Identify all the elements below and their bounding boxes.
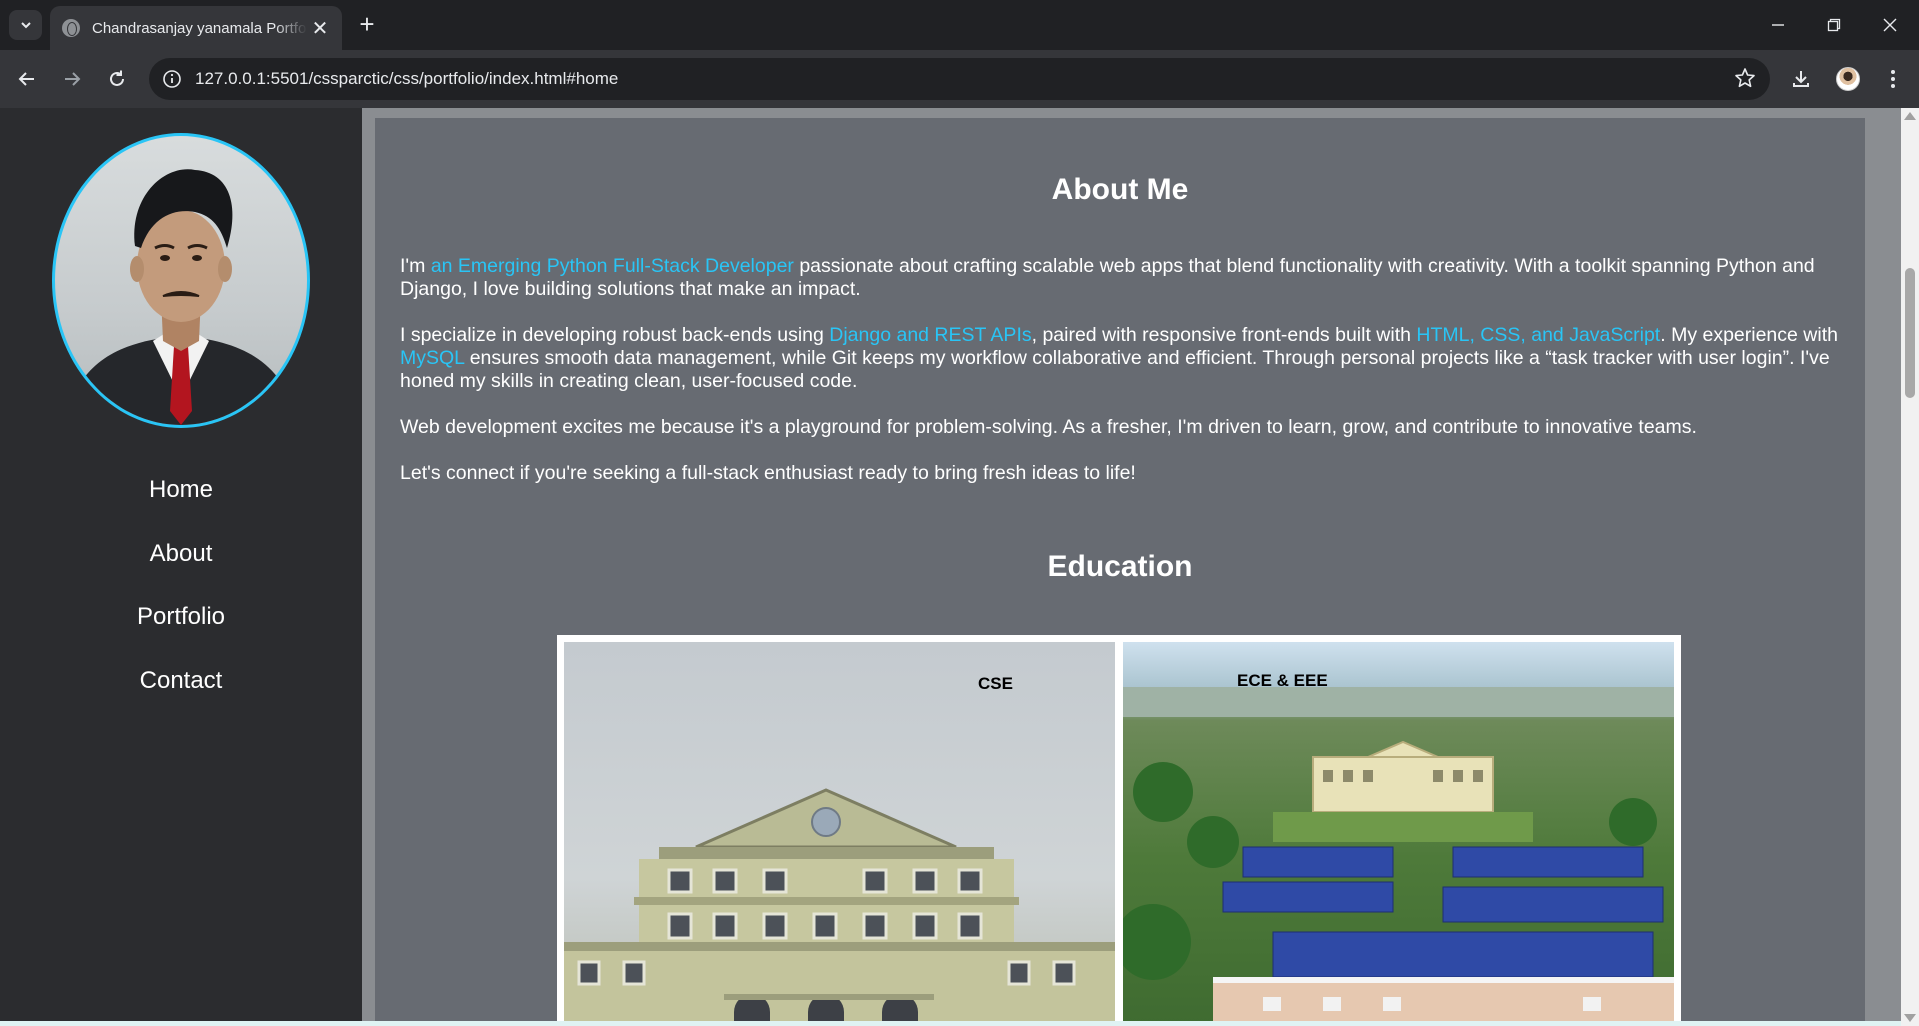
forward-arrow-icon	[65, 72, 81, 86]
close-icon[interactable]: ✕	[310, 16, 330, 41]
tab-title: Chandrasanjay yanamala Portfolio	[92, 19, 307, 37]
download-icon	[1793, 71, 1809, 87]
minimize-button[interactable]	[1750, 0, 1806, 50]
education-gallery: CSE ECE & EEE	[557, 635, 1681, 1026]
page-viewport: Home About Portfolio Contact About Me I'…	[0, 108, 1919, 1026]
ece-eee-college-image: ECE & EEE	[1123, 642, 1674, 1026]
restore-button[interactable]	[1806, 0, 1862, 50]
reload-button[interactable]	[99, 61, 135, 97]
profile-photo	[52, 133, 310, 428]
back-button[interactable]	[9, 61, 45, 97]
image-label-ece-eee: ECE & EEE	[1237, 671, 1328, 690]
text-run: ensures smooth data management, while Gi…	[400, 347, 1830, 392]
tab-search-button[interactable]	[9, 10, 42, 40]
menu-button[interactable]	[1875, 61, 1911, 97]
highlight-backend: Django and REST APIs	[829, 324, 1032, 346]
url-text[interactable]: 127.0.0.1:5501/cssparctic/css/portfolio/…	[195, 69, 618, 89]
browser-toolbar: 127.0.0.1:5501/cssparctic/css/portfolio/…	[0, 50, 1919, 108]
scrollbar-thumb[interactable]	[1905, 268, 1915, 398]
about-paragraph-1: I'm an Emerging Python Full-Stack Develo…	[400, 255, 1850, 301]
new-tab-button[interactable]: +	[352, 10, 382, 40]
back-arrow-icon	[18, 72, 34, 86]
scroll-down-arrow-icon[interactable]	[1904, 1014, 1916, 1022]
close-icon	[1883, 18, 1897, 32]
star-icon[interactable]	[1734, 67, 1756, 94]
bottom-strip	[0, 1021, 1901, 1026]
about-paragraph-4: Let's connect if you're seeking a full-s…	[400, 462, 1136, 484]
sidebar: Home About Portfolio Contact	[0, 108, 362, 1026]
sidebar-nav: Home About Portfolio Contact	[0, 458, 362, 712]
reload-icon	[110, 70, 124, 86]
college-building-illustration	[564, 788, 1115, 1026]
text-run: . My experience with	[1660, 324, 1838, 346]
download-button[interactable]	[1783, 61, 1819, 97]
avatar	[1836, 67, 1860, 91]
nav-portfolio[interactable]: Portfolio	[0, 585, 362, 649]
highlight-frontend: HTML, CSS, and JavaScript	[1416, 324, 1661, 346]
scroll-up-arrow-icon[interactable]	[1904, 112, 1916, 120]
cse-college-image: CSE	[564, 642, 1115, 1026]
portrait-illustration	[65, 169, 297, 425]
window-close-button[interactable]	[1862, 0, 1918, 50]
profile-button[interactable]	[1830, 61, 1866, 97]
browser-tab-bar: Chandrasanjay yanamala Portfolio ✕ +	[0, 0, 1919, 50]
nav-about[interactable]: About	[0, 522, 362, 586]
about-text: I'm an Emerging Python Full-Stack Develo…	[400, 255, 1850, 508]
main-content: About Me I'm an Emerging Python Full-Sta…	[375, 118, 1865, 1026]
highlight-database: MySQL	[400, 347, 465, 369]
address-bar[interactable]: 127.0.0.1:5501/cssparctic/css/portfolio/…	[149, 58, 1770, 100]
chevron-down-icon	[20, 22, 31, 29]
browser-tab[interactable]: Chandrasanjay yanamala Portfolio ✕	[50, 6, 342, 50]
text-run: I specialize in developing robust back-e…	[400, 324, 830, 346]
campus-aerial-illustration	[1123, 687, 1674, 1026]
image-label-cse: CSE	[978, 674, 1013, 693]
nav-home[interactable]: Home	[0, 458, 362, 522]
highlight-role: an Emerging Python Full-Stack Developer	[430, 255, 794, 277]
page-scrollbar[interactable]	[1901, 108, 1919, 1026]
maximize-icon	[1827, 18, 1841, 32]
kebab-menu-icon	[1891, 70, 1895, 88]
about-title: About Me	[1051, 173, 1189, 206]
text-run: I'm	[400, 255, 431, 277]
info-icon[interactable]	[159, 66, 185, 92]
nav-contact[interactable]: Contact	[0, 649, 362, 713]
minimize-icon	[1772, 24, 1784, 26]
education-title: Education	[1047, 550, 1193, 583]
about-paragraph-3: Web development excites me because it's …	[400, 416, 1697, 438]
about-paragraph-2: I specialize in developing robust back-e…	[400, 324, 1850, 393]
forward-button[interactable]	[54, 61, 90, 97]
globe-icon	[62, 19, 80, 37]
text-run: , paired with responsive front-ends buil…	[1031, 324, 1417, 346]
